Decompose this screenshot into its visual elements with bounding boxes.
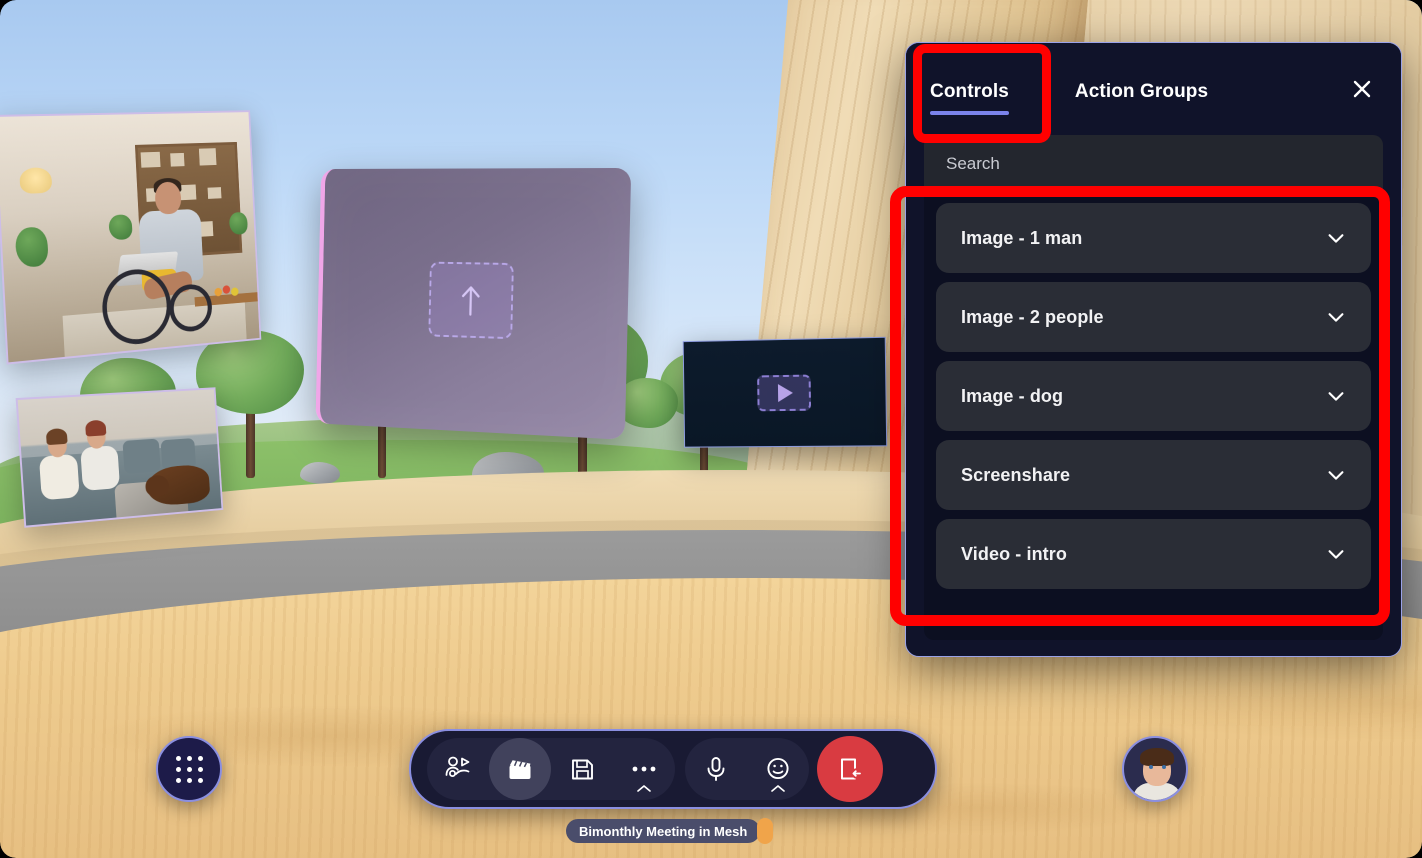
chevron-down-icon[interactable] [1325,464,1347,486]
search-wrapper: Search [906,135,1401,193]
search-placeholder: Search [946,154,1000,173]
app-launcher-button[interactable] [156,736,222,802]
photo-2-content [17,389,222,526]
controls-side-panel: Controls Action Groups Search Image - 1 … [905,42,1402,657]
image-upload-placeholder-panel[interactable] [315,167,632,440]
chevron-down-icon[interactable] [1325,306,1347,328]
chevron-down-icon[interactable] [1325,385,1347,407]
meeting-title-chip: Bimonthly Meeting in Mesh [566,819,761,843]
list-item-label: Video - intro [961,543,1067,564]
microphone-button[interactable] [685,738,747,800]
avatar-eye [1149,765,1153,769]
panel-header: Controls Action Groups [906,43,1401,135]
presence-indicator [757,818,773,844]
scene-photo-panel-1-man[interactable] [0,110,262,365]
list-item[interactable]: Image - 1 man [936,203,1371,273]
reactions-button[interactable] [747,738,809,800]
photo-plant [14,226,49,268]
photo-person-body [80,445,121,491]
list-item-label: Screenshare [961,464,1071,485]
emoji-smiley-icon [767,757,789,780]
upload-arrow-icon [459,283,482,316]
avatar-eye [1162,765,1166,769]
list-item-label: Image - 1 man [961,227,1083,248]
play-icon [777,383,793,403]
clapperboard-icon [509,760,531,779]
chevron-up-icon[interactable] [636,784,652,793]
list-item[interactable]: Image - dog [936,361,1371,431]
scene-clapperboard-button[interactable] [489,738,551,800]
leave-door-icon [841,758,862,780]
meeting-toolbar [409,729,937,809]
photo-cushion [122,438,161,474]
list-item[interactable]: Screenshare [936,440,1371,510]
close-panel-button[interactable] [1345,72,1379,106]
controls-items-list: Image - 1 man Image - 2 people Image - d… [924,193,1383,640]
chevron-down-icon[interactable] [1325,227,1347,249]
photo-1-content [0,112,262,363]
floppy-disk-icon [571,759,593,779]
rock [300,462,340,484]
grid-dots-icon [175,755,203,783]
user-avatar-button[interactable] [1122,736,1188,802]
photo-plant [228,211,248,235]
list-item[interactable]: Video - intro [936,519,1371,589]
meeting-title: Bimonthly Meeting in Mesh [579,823,748,839]
video-placeholder-panel[interactable] [682,336,888,448]
photo-plant [108,214,133,241]
photo-person-hair [84,419,107,437]
chevron-down-icon[interactable] [1325,543,1347,565]
photo-person-body [38,453,80,501]
avatar-customize-button[interactable] [427,738,489,800]
more-options-button[interactable] [613,738,675,800]
photo-person-hair [45,427,68,446]
ellipsis-icon [632,766,656,772]
tab-action-groups[interactable]: Action Groups [1073,75,1210,103]
chevron-up-icon[interactable] [770,784,786,793]
list-item-label: Image - dog [961,385,1064,406]
leave-meeting-button[interactable] [817,736,883,802]
app-root: Controls Action Groups Search Image - 1 … [0,0,1422,858]
upload-dropzone[interactable] [427,261,514,340]
list-item-label: Image - 2 people [961,306,1104,327]
photo-fruit [222,285,231,295]
video-play-dropzone[interactable] [756,374,811,412]
toolbar-group-left [427,738,675,800]
tab-controls[interactable]: Controls [928,75,1011,115]
avatar-people-icon [445,756,470,777]
photo-lamp [19,167,53,195]
save-scene-button[interactable] [551,738,613,800]
avatar-hair [1140,748,1174,766]
close-icon [1353,80,1371,98]
list-item[interactable]: Image - 2 people [936,282,1371,352]
scene-photo-panel-2-people-dog[interactable] [15,387,224,528]
search-input[interactable]: Search [924,135,1383,193]
microphone-icon [707,757,725,781]
toolbar-group-right [685,738,809,800]
